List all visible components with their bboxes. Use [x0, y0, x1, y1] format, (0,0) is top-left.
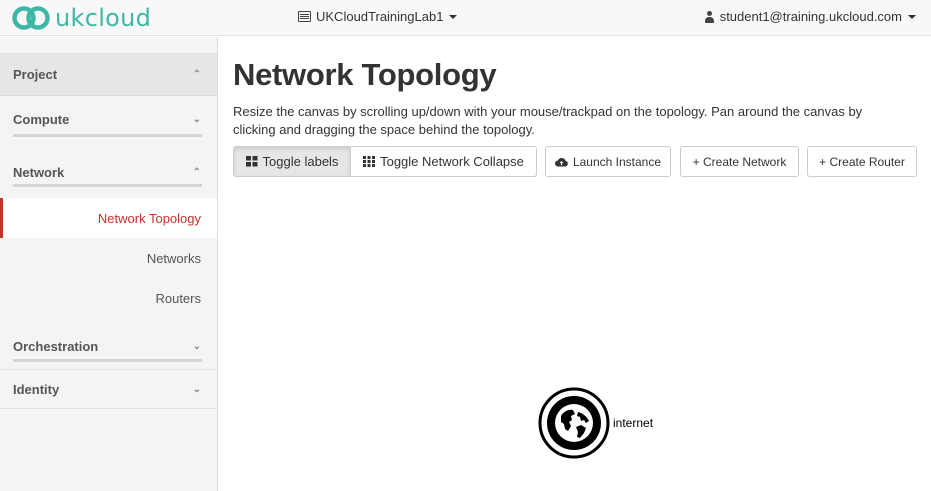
launch-instance-label: Launch Instance	[572, 154, 662, 169]
sidebar-section-label: Network	[13, 164, 65, 180]
section-divider	[13, 359, 202, 362]
section-divider	[13, 134, 202, 137]
chevron-down-icon: ⌄	[192, 383, 201, 395]
create-router-button[interactable]: + Create Router	[807, 146, 917, 177]
ukcloud-logo[interactable]: ukcloud	[12, 3, 151, 33]
caret-down-icon	[908, 14, 916, 19]
main-content: Network Topology Resize the canvas by sc…	[233, 37, 923, 177]
sidebar-section-network[interactable]: Network ⌃	[0, 146, 217, 198]
sidebar-item-network-topology[interactable]: Network Topology	[0, 198, 217, 238]
sidebar: Project ⌃ Compute ⌄ Network ⌃ Network To…	[0, 37, 218, 491]
logo-text: ukcloud	[55, 4, 152, 32]
user-menu[interactable]: student1@training.ukcloud.com	[704, 9, 916, 24]
topology-canvas[interactable]: internet	[218, 180, 931, 491]
topology-node-label: internet	[613, 416, 654, 430]
sidebar-item-networks[interactable]: Networks	[0, 238, 217, 278]
page-title: Network Topology	[233, 57, 497, 92]
sidebar-item-routers[interactable]: Routers	[0, 278, 217, 318]
top-navbar: ukcloud UKCloudTrainingLab1 student1@tra…	[0, 0, 931, 36]
section-divider	[13, 184, 202, 187]
create-network-button[interactable]: + Create Network	[680, 146, 799, 177]
page-description: Resize the canvas by scrolling up/down w…	[233, 104, 863, 137]
topology-node-internet[interactable]	[538, 387, 610, 459]
project-name: UKCloudTrainingLab1	[316, 9, 444, 24]
sidebar-section-compute[interactable]: Compute ⌄	[0, 96, 217, 146]
ukcloud-logo-icon	[12, 6, 50, 30]
chevron-up-icon: ⌃	[192, 166, 201, 178]
toggle-collapse-label: Toggle Network Collapse	[380, 154, 524, 169]
sidebar-section-label: Project	[13, 67, 58, 82]
user-email: student1@training.ukcloud.com	[719, 9, 902, 24]
th-large-icon	[245, 156, 258, 167]
cloud-upload-icon	[554, 157, 568, 167]
chevron-up-icon: ⌃	[192, 69, 201, 80]
toggle-labels-button[interactable]: Toggle labels	[233, 146, 351, 177]
th-icon	[363, 156, 376, 167]
sidebar-section-orchestration[interactable]: Orchestration ⌄	[0, 323, 217, 369]
globe-icon	[538, 387, 610, 459]
sidebar-section-label: Compute	[13, 112, 70, 127]
topology-toolbar: Toggle labels Toggle Network Collapse La…	[233, 146, 917, 178]
sidebar-section-label: Identity	[13, 381, 60, 397]
launch-instance-button[interactable]: Launch Instance	[545, 146, 671, 177]
chevron-down-icon: ⌄	[192, 340, 201, 352]
sidebar-section-label: Orchestration	[13, 338, 99, 354]
project-selector[interactable]: UKCloudTrainingLab1	[298, 9, 458, 24]
toggle-network-collapse-button[interactable]: Toggle Network Collapse	[351, 146, 537, 177]
project-list-icon	[298, 11, 311, 22]
sidebar-section-identity[interactable]: Identity ⌄	[0, 369, 217, 409]
chevron-down-icon: ⌄	[192, 114, 201, 125]
toggle-labels-label: Toggle labels	[262, 154, 339, 169]
caret-down-icon	[449, 14, 458, 19]
user-icon	[704, 10, 715, 23]
sidebar-section-project[interactable]: Project ⌃	[0, 54, 217, 96]
